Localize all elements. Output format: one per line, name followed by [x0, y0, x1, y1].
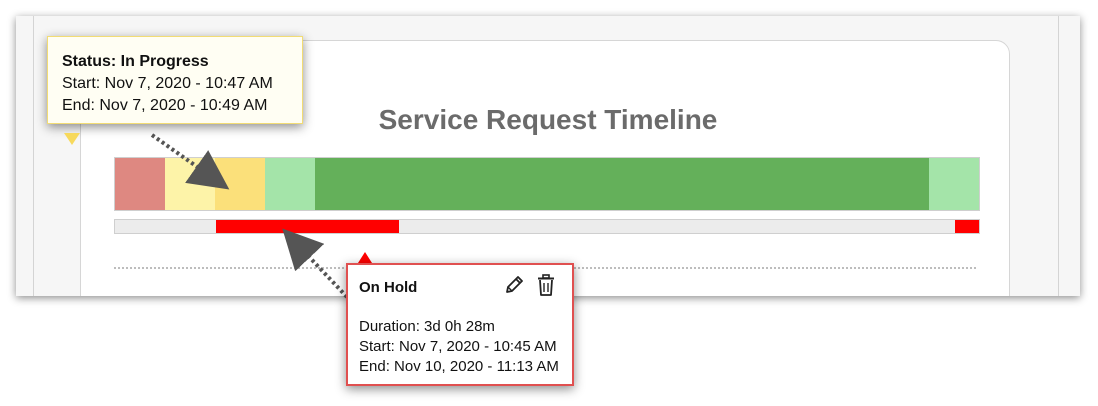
status-tooltip-start: Start: Nov 7, 2020 - 10:47 AM — [62, 75, 273, 92]
hold-tooltip-duration: Duration: 3d 0h 28m — [359, 318, 495, 335]
hold-tooltip-title: On Hold — [359, 279, 418, 296]
frame-divider-left — [33, 16, 34, 296]
status-tooltip: Status: In Progress Start: Nov 7, 2020 -… — [47, 36, 303, 124]
status-tooltip-pointer — [64, 133, 80, 145]
hold-tooltip-pointer — [358, 252, 372, 263]
hold-segment[interactable] — [216, 220, 400, 233]
hold-segment[interactable] — [954, 220, 979, 233]
status-segment-red[interactable] — [115, 158, 166, 210]
status-tooltip-end: End: Nov 7, 2020 - 10:49 AM — [62, 97, 268, 114]
frame-divider-right — [1058, 16, 1059, 296]
status-segment-light-yellow[interactable] — [165, 158, 216, 210]
hold-tooltip: On Hold Duration: 3d 0h 28m Start: Nov 7… — [346, 263, 574, 386]
pencil-icon[interactable] — [503, 273, 525, 297]
on-hold-track — [114, 219, 980, 234]
status-segment-green[interactable] — [314, 158, 929, 210]
status-segment-light-green[interactable] — [265, 158, 315, 210]
hold-tooltip-details: Duration: 3d 0h 28m Start: Nov 7, 2020 -… — [359, 317, 559, 377]
hold-tooltip-start: Start: Nov 7, 2020 - 10:45 AM — [359, 338, 557, 355]
trash-icon[interactable] — [535, 273, 557, 297]
status-segment-light-green[interactable] — [928, 158, 979, 210]
status-segment-yellow[interactable] — [215, 158, 266, 210]
status-tooltip-title: Status: In Progress — [62, 53, 209, 70]
status-timeline-bar — [114, 157, 980, 211]
hold-tooltip-end: End: Nov 10, 2020 - 11:13 AM — [359, 358, 559, 375]
